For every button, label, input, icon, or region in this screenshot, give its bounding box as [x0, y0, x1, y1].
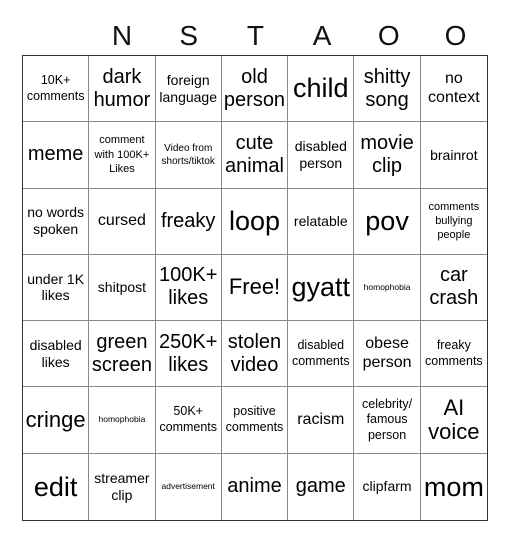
- bingo-cell[interactable]: under 1K likes: [23, 254, 90, 322]
- bingo-cell[interactable]: shitty song: [354, 56, 421, 123]
- bingo-cell[interactable]: old person: [221, 56, 289, 123]
- bingo-cell[interactable]: edit: [23, 453, 90, 520]
- bingo-header: N S T A O O: [22, 18, 489, 54]
- bingo-cell[interactable]: cute animal: [221, 122, 289, 189]
- bingo-cell[interactable]: dark humor: [89, 56, 156, 123]
- bingo-cell[interactable]: disabled comments: [288, 321, 355, 388]
- bingo-cell[interactable]: foreign language: [155, 56, 222, 123]
- bingo-cell[interactable]: 50K+ comments: [155, 387, 222, 454]
- bingo-cell[interactable]: meme: [23, 122, 90, 189]
- bingo-cell[interactable]: no words spoken: [23, 188, 90, 255]
- bingo-cell[interactable]: homophobia: [89, 387, 156, 454]
- bingo-grid: 10K+ comments dark humor foreign languag…: [22, 55, 488, 521]
- header-letter-3: S: [179, 20, 199, 51]
- bingo-cell[interactable]: disabled person: [288, 122, 355, 189]
- bingo-cell[interactable]: movie clip: [354, 122, 421, 189]
- bingo-cell[interactable]: freaky: [155, 188, 222, 255]
- bingo-cell[interactable]: brainrot: [420, 122, 487, 189]
- bingo-cell[interactable]: mom: [421, 454, 487, 520]
- header-letter-2: N: [111, 20, 133, 51]
- header-letter-4: T: [246, 20, 264, 51]
- bingo-cell[interactable]: AI voice: [420, 387, 487, 454]
- bingo-cell[interactable]: green screen: [89, 321, 156, 388]
- header-letter-1: [22, 18, 89, 54]
- bingo-cell[interactable]: freaky comments: [420, 321, 487, 388]
- bingo-cell[interactable]: 250K+ likes: [155, 321, 222, 388]
- bingo-cell[interactable]: pov: [354, 188, 421, 255]
- header-letter-7: O: [444, 20, 467, 51]
- bingo-cell[interactable]: game: [288, 453, 355, 520]
- bingo-cell[interactable]: no context: [420, 56, 487, 123]
- bingo-cell[interactable]: advertisement: [156, 453, 222, 520]
- bingo-cell[interactable]: 100K+ likes: [155, 254, 222, 322]
- bingo-cell[interactable]: stolen video: [221, 321, 289, 388]
- bingo-cell[interactable]: cursed: [89, 188, 156, 255]
- bingo-cell[interactable]: cringe: [23, 387, 90, 454]
- bingo-cell[interactable]: relatable: [288, 188, 355, 255]
- bingo-cell[interactable]: car crash: [420, 255, 487, 322]
- bingo-cell[interactable]: comment with 100K+ Likes: [89, 122, 156, 189]
- bingo-cell[interactable]: disabled likes: [23, 321, 90, 388]
- bingo-cell[interactable]: 10K+ comments: [23, 56, 90, 123]
- bingo-cell[interactable]: positive comments: [221, 387, 289, 454]
- bingo-cell[interactable]: Video from shorts/tiktok: [155, 122, 222, 189]
- bingo-cell[interactable]: racism: [288, 387, 355, 454]
- bingo-cell free-space[interactable]: Free!: [221, 254, 289, 322]
- bingo-cell[interactable]: gyatt: [288, 254, 355, 322]
- header-letter-6: O: [377, 20, 400, 51]
- bingo-cell[interactable]: obese person: [354, 321, 421, 388]
- header-letter-5: A: [312, 20, 332, 51]
- bingo-cell[interactable]: loop: [221, 188, 289, 255]
- bingo-cell[interactable]: child: [288, 56, 355, 123]
- bingo-cell[interactable]: shitpost: [89, 254, 156, 322]
- bingo-cell[interactable]: celebrity/ famous person: [354, 387, 421, 454]
- bingo-cell[interactable]: anime: [222, 453, 289, 520]
- bingo-cell[interactable]: streamer clip: [89, 453, 156, 520]
- bingo-cell[interactable]: comments bullying people: [420, 189, 487, 255]
- bingo-cell[interactable]: clipfarm: [354, 453, 421, 520]
- bingo-cell[interactable]: homophobia: [354, 254, 421, 322]
